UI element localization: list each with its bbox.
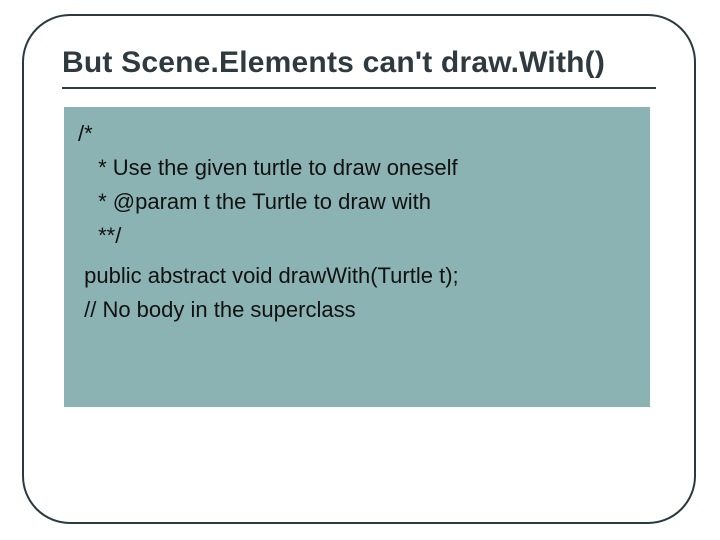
code-line-2: * Use the given turtle to draw oneself (74, 151, 642, 185)
title-block: But Scene.Elements can't draw.With() (62, 46, 656, 89)
slide-title: But Scene.Elements can't draw.With() (62, 46, 656, 81)
code-line-5: public abstract void drawWith(Turtle t); (74, 259, 642, 293)
slide-frame: But Scene.Elements can't draw.With() /* … (22, 14, 696, 524)
title-underline (62, 87, 656, 89)
code-line-1: /* (74, 117, 642, 151)
code-line-3: * @param t the Turtle to draw with (74, 185, 642, 219)
code-line-6: // No body in the superclass (74, 293, 642, 327)
code-line-4: **/ (74, 219, 642, 253)
code-box: /* * Use the given turtle to draw onesel… (64, 107, 650, 407)
